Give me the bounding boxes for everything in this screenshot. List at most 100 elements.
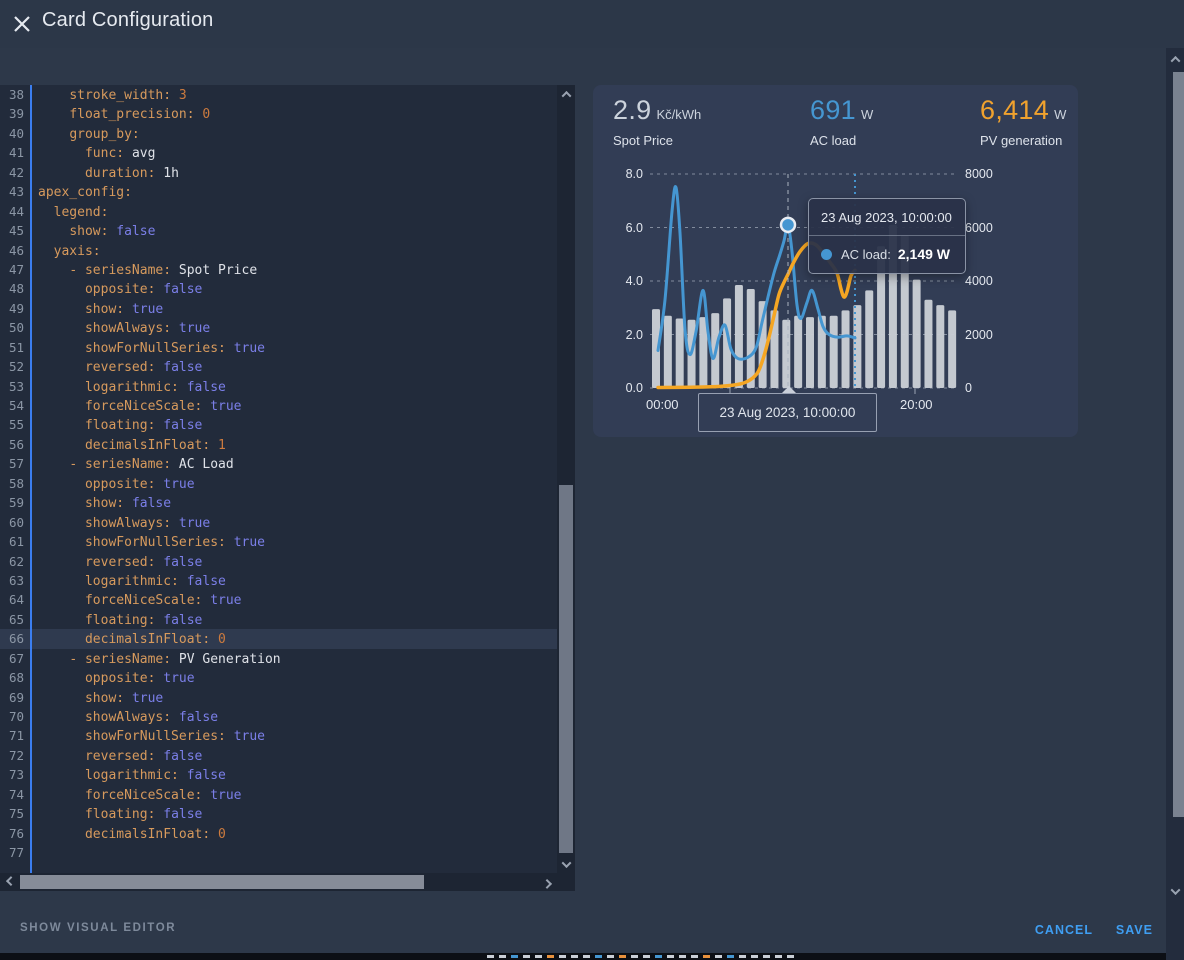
code-line[interactable]: 69 show: true bbox=[0, 688, 575, 707]
code-text: decimalsInFloat: 0 bbox=[38, 632, 226, 647]
code-line[interactable]: 56 decimalsInFloat: 1 bbox=[0, 435, 575, 454]
chevron-left-icon bbox=[5, 876, 15, 886]
line-number: 64 bbox=[0, 590, 24, 609]
editor-gutter-accent bbox=[30, 85, 32, 873]
code-text: float_precision: 0 bbox=[38, 107, 210, 122]
y-axis-label-left: 8.0 bbox=[609, 167, 643, 181]
code-line[interactable]: 63 logarithmic: false bbox=[0, 571, 575, 590]
code-line[interactable]: 39 float_precision: 0 bbox=[0, 104, 575, 123]
code-line[interactable]: 57 - seriesName: AC Load bbox=[0, 454, 575, 473]
code-text: - seriesName: PV Generation bbox=[38, 652, 281, 667]
line-number: 54 bbox=[0, 396, 24, 415]
scroll-right-button[interactable] bbox=[539, 873, 557, 891]
code-line[interactable]: 43apex_config: bbox=[0, 182, 575, 201]
background-chart-mark bbox=[511, 955, 518, 958]
line-number: 70 bbox=[0, 707, 24, 726]
scroll-down-button[interactable] bbox=[557, 855, 575, 873]
stat-unit: Kč/kWh bbox=[656, 107, 701, 122]
horizontal-scroll-thumb[interactable] bbox=[20, 875, 424, 889]
background-chart-mark bbox=[499, 955, 506, 958]
code-line[interactable]: 61 showForNullSeries: true bbox=[0, 532, 575, 551]
show-visual-editor-button[interactable]: SHOW VISUAL EDITOR bbox=[20, 922, 176, 934]
code-line[interactable]: 44 legend: bbox=[0, 202, 575, 221]
code-text: floating: false bbox=[38, 613, 202, 628]
code-line[interactable]: 55 floating: false bbox=[0, 415, 575, 434]
code-text: show: false bbox=[38, 224, 155, 239]
yaml-code-editor[interactable]: 38 stroke_width: 339 float_precision: 04… bbox=[0, 85, 575, 873]
code-line[interactable]: 60 showAlways: true bbox=[0, 513, 575, 532]
code-line[interactable]: 68 opposite: true bbox=[0, 668, 575, 687]
code-line[interactable]: 50 showAlways: true bbox=[0, 318, 575, 337]
tooltip-timestamp: 23 Aug 2023, 10:00:00 bbox=[809, 199, 965, 236]
bar-spot-price bbox=[913, 280, 921, 388]
scroll-up-button[interactable] bbox=[557, 85, 575, 103]
code-line[interactable]: 52 reversed: false bbox=[0, 357, 575, 376]
background-chart-mark bbox=[679, 955, 686, 958]
code-line[interactable]: 77 bbox=[0, 843, 575, 862]
background-chart-mark bbox=[643, 955, 650, 958]
dialog-scrollbar[interactable] bbox=[1166, 48, 1184, 960]
editor-vertical-scrollbar[interactable] bbox=[557, 85, 575, 873]
x-axis-label: 00:00 bbox=[646, 397, 679, 412]
code-line[interactable]: 66 decimalsInFloat: 0 bbox=[0, 629, 575, 648]
dialog-scroll-up-button[interactable] bbox=[1166, 50, 1184, 68]
code-text: reversed: false bbox=[38, 360, 202, 375]
code-line[interactable]: 46 yaxis: bbox=[0, 241, 575, 260]
code-line[interactable]: 72 reversed: false bbox=[0, 746, 575, 765]
line-number: 45 bbox=[0, 221, 24, 240]
line-number: 39 bbox=[0, 104, 24, 123]
code-line[interactable]: 40 group_by: bbox=[0, 124, 575, 143]
background-chart-mark bbox=[655, 955, 662, 958]
code-line[interactable]: 62 reversed: false bbox=[0, 552, 575, 571]
line-number: 42 bbox=[0, 163, 24, 182]
chevron-right-icon bbox=[542, 878, 552, 888]
code-line[interactable]: 71 showForNullSeries: true bbox=[0, 726, 575, 745]
code-line[interactable]: 45 show: false bbox=[0, 221, 575, 240]
line-number: 73 bbox=[0, 765, 24, 784]
code-text: duration: 1h bbox=[38, 166, 179, 181]
code-line[interactable]: 74 forceNiceScale: true bbox=[0, 785, 575, 804]
code-line[interactable]: 51 showForNullSeries: true bbox=[0, 338, 575, 357]
chart-preview-card: 2.9Kč/kWhSpot Price691WAC load6,414WPV g… bbox=[593, 85, 1078, 437]
editor-horizontal-scrollbar[interactable] bbox=[0, 873, 575, 891]
code-line[interactable]: 54 forceNiceScale: true bbox=[0, 396, 575, 415]
code-line[interactable]: 58 opposite: true bbox=[0, 474, 575, 493]
code-line[interactable]: 73 logarithmic: false bbox=[0, 765, 575, 784]
chevron-down-icon bbox=[561, 858, 571, 868]
background-chart-mark bbox=[763, 955, 770, 958]
code-line[interactable]: 76 decimalsInFloat: 0 bbox=[0, 824, 575, 843]
line-number: 65 bbox=[0, 610, 24, 629]
code-line[interactable]: 59 show: false bbox=[0, 493, 575, 512]
code-text: decimalsInFloat: 0 bbox=[38, 827, 226, 842]
dialog-scroll-thumb[interactable] bbox=[1173, 72, 1184, 817]
background-chart-mark bbox=[703, 955, 710, 958]
background-chart-mark bbox=[547, 955, 554, 958]
line-number: 56 bbox=[0, 435, 24, 454]
cancel-button[interactable]: CANCEL bbox=[1035, 923, 1093, 937]
scroll-left-button[interactable] bbox=[0, 873, 18, 891]
bar-spot-price bbox=[676, 318, 684, 388]
line-number: 63 bbox=[0, 571, 24, 590]
code-line[interactable]: 42 duration: 1h bbox=[0, 163, 575, 182]
code-text: legend: bbox=[38, 205, 108, 220]
code-line[interactable]: 67 - seriesName: PV Generation bbox=[0, 649, 575, 668]
code-line[interactable]: 64 forceNiceScale: true bbox=[0, 590, 575, 609]
code-line[interactable]: 47 - seriesName: Spot Price bbox=[0, 260, 575, 279]
code-line[interactable]: 53 logarithmic: false bbox=[0, 377, 575, 396]
code-text: reversed: false bbox=[38, 749, 202, 764]
code-line[interactable]: 38 stroke_width: 3 bbox=[0, 85, 575, 104]
dialog-scroll-down-button[interactable] bbox=[1166, 882, 1184, 900]
y-axis-label-right: 8000 bbox=[965, 167, 993, 181]
code-text: stroke_width: 3 bbox=[38, 88, 187, 103]
background-chart-mark bbox=[487, 955, 494, 958]
code-line[interactable]: 70 showAlways: false bbox=[0, 707, 575, 726]
code-text: floating: false bbox=[38, 418, 202, 433]
code-line[interactable]: 65 floating: false bbox=[0, 610, 575, 629]
code-line[interactable]: 41 func: avg bbox=[0, 143, 575, 162]
save-button[interactable]: SAVE bbox=[1116, 923, 1153, 937]
code-line[interactable]: 49 show: true bbox=[0, 299, 575, 318]
vertical-scroll-thumb[interactable] bbox=[559, 485, 573, 853]
code-line[interactable]: 48 opposite: false bbox=[0, 279, 575, 298]
code-line[interactable]: 75 floating: false bbox=[0, 804, 575, 823]
close-icon[interactable] bbox=[8, 10, 36, 38]
